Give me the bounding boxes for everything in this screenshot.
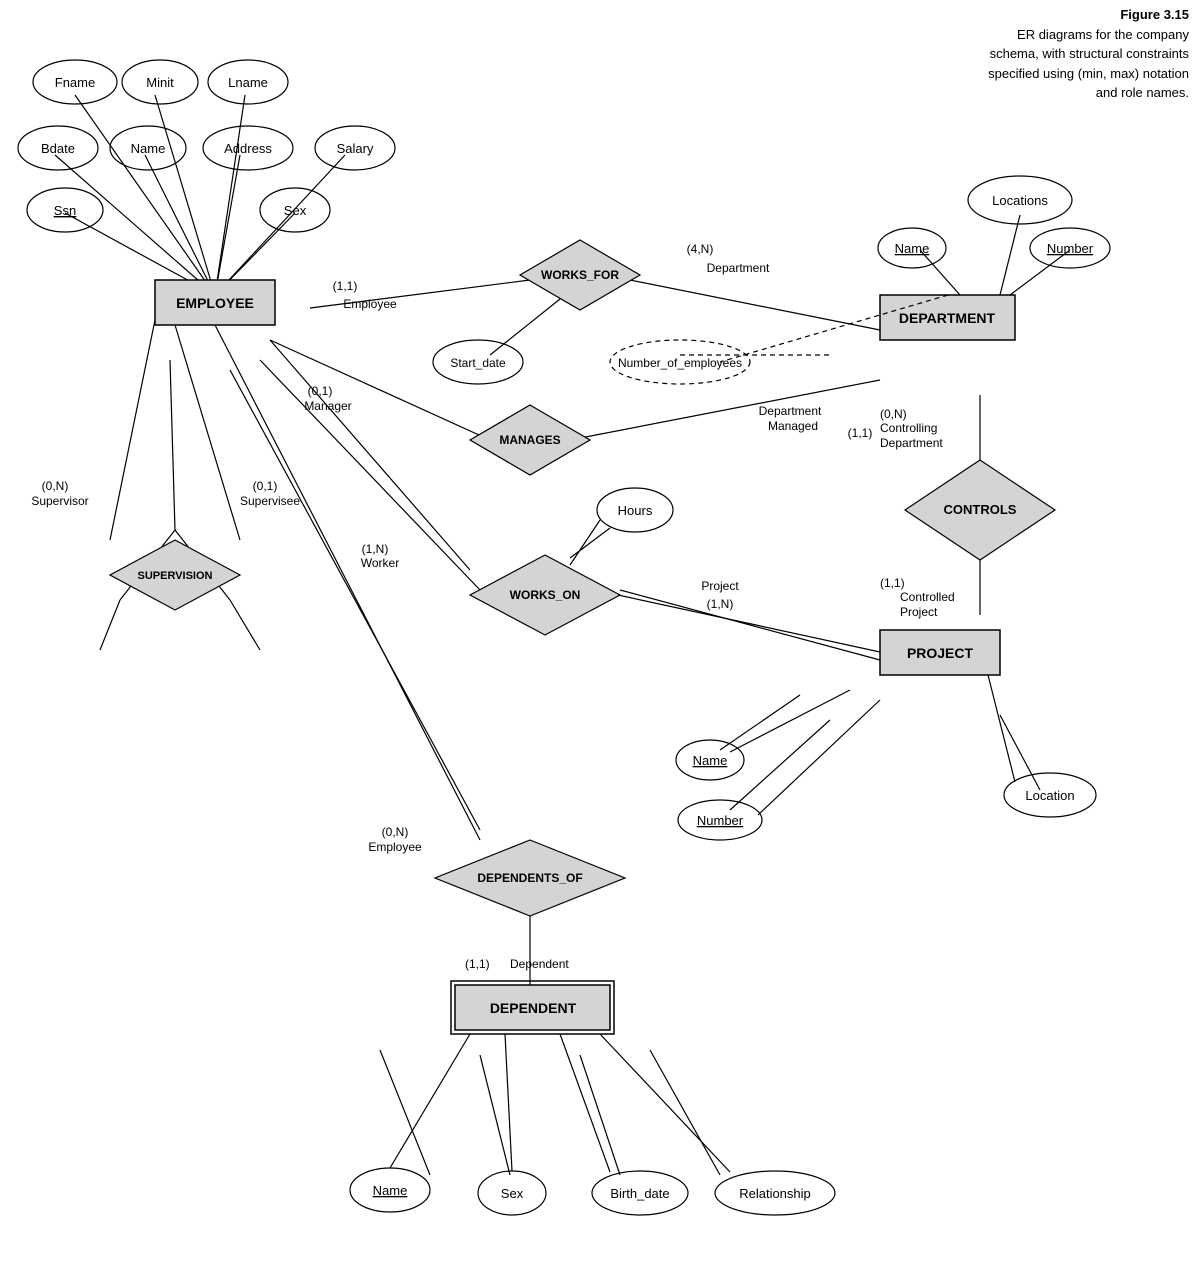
role-managed: Managed: [768, 419, 818, 433]
attr-ssn: Ssn: [54, 203, 76, 218]
attr-birth-date: Birth_date: [610, 1186, 669, 1201]
role-controlled-proj2: Project: [900, 605, 938, 619]
constraint-11-controls-proj: (1,1): [880, 576, 905, 590]
attr-minit: Minit: [146, 75, 174, 90]
rel-supervision: SUPERVISION: [138, 570, 213, 582]
constraint-0n-supervisor: (0,N): [42, 479, 69, 493]
attr-hours: Hours: [618, 503, 653, 518]
attr-relationship: Relationship: [739, 1186, 811, 1201]
entity-department: DEPARTMENT: [899, 310, 996, 326]
diagram-container: Figure 3.15 ER diagrams for the companys…: [0, 0, 1199, 1271]
constraint-1n-works-on-worker: (1,N): [362, 542, 389, 556]
constraint-11-works-for-emp: (1,1): [333, 279, 358, 293]
rel-dependents-of: DEPENDENTS_OF: [477, 871, 582, 885]
attr-proj-number: Number: [697, 813, 744, 828]
entity-employee: EMPLOYEE: [176, 295, 254, 311]
attr-salary: Salary: [337, 141, 374, 156]
constraint-11-dependent: (1,1): [465, 957, 490, 971]
role-project-works-on: Project: [701, 579, 739, 593]
attr-dept-number: Number: [1047, 241, 1094, 256]
attr-start-date: Start_date: [450, 356, 506, 370]
attr-lname: Lname: [228, 75, 268, 90]
rel-works-on: WORKS_ON: [510, 588, 581, 602]
constraint-01-manages: (0,1): [308, 384, 333, 398]
rel-controls: CONTROLS: [944, 502, 1017, 517]
attr-dep-name: Name: [373, 1183, 408, 1198]
attr-bdate: Bdate: [41, 141, 75, 156]
rel-works-for: WORKS_FOR: [541, 268, 619, 282]
role-supervisor: Supervisor: [31, 494, 88, 508]
er-diagram: Fname Minit Lname Bdate Name Address Sal…: [0, 0, 1199, 1271]
role-controlling-dept2: Department: [880, 436, 943, 450]
role-dept-works-for: Department: [707, 261, 770, 275]
role-supervisee: Supervisee: [240, 494, 300, 508]
role-employee-works-for: Employee: [343, 297, 397, 311]
role-worker: Worker: [361, 556, 399, 570]
role-controlling-dept1: Controlling: [880, 421, 937, 435]
attr-sex: Sex: [284, 203, 307, 218]
role-dependent: Dependent: [510, 957, 569, 971]
constraint-0n-controls-dept: (0,N): [880, 407, 907, 421]
constraint-01-supervisee: (0,1): [253, 479, 278, 493]
constraint-0n-emp-dep: (0,N): [382, 825, 409, 839]
attr-address: Address: [224, 141, 272, 156]
attr-dept-name: Name: [895, 241, 930, 256]
entity-project: PROJECT: [907, 645, 974, 661]
attr-dep-sex: Sex: [501, 1186, 524, 1201]
rel-manages: MANAGES: [499, 433, 560, 447]
attr-proj-name: Name: [693, 753, 728, 768]
role-emp-dependents: Employee: [368, 840, 422, 854]
attr-locations: Locations: [992, 193, 1048, 208]
entity-dependent: DEPENDENT: [490, 1000, 577, 1016]
attr-fname: Fname: [55, 75, 95, 90]
attr-location: Location: [1025, 788, 1074, 803]
constraint-11-manages-dept: (1,1): [848, 426, 873, 440]
attr-num-employees: Number_of_employees: [618, 356, 742, 370]
role-controlled-proj1: Controlled: [900, 590, 955, 604]
constraint-1n-works-on-proj: (1,N): [707, 597, 734, 611]
role-dept-managed: Department: [759, 404, 822, 418]
attr-emp-name: Name: [131, 141, 166, 156]
constraint-4n-works-for: (4,N): [687, 242, 714, 256]
